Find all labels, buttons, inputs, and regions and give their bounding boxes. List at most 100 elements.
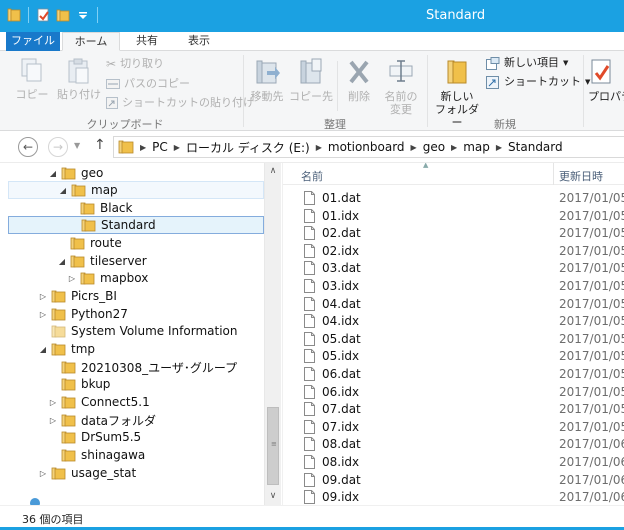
breadcrumb-pc[interactable]: PC [152, 140, 168, 154]
paste-button[interactable]: 貼り付け [56, 57, 102, 101]
folder-icon [61, 449, 76, 461]
tree-item-system-volume-information[interactable]: System Volume Information [8, 322, 264, 340]
file-date-modified: 2017/01/06 [559, 455, 624, 469]
collapsed-arrow-icon[interactable]: ▷ [48, 416, 58, 425]
title-bar: Standard [0, 0, 624, 32]
folder-icon[interactable] [6, 7, 22, 23]
column-header-name[interactable]: 名前 [301, 168, 323, 184]
tab-file[interactable]: ファイル [6, 32, 60, 51]
navigation-pane-scrollbar[interactable]: ∧ ≡ ∨ [264, 163, 281, 505]
back-button[interactable]: ← [18, 137, 38, 157]
tree-item-geo[interactable]: ◢ geo [8, 164, 264, 182]
breadcrumb-map[interactable]: map [463, 140, 490, 154]
tree-item-tileserver[interactable]: ◢ tileserver [8, 252, 264, 270]
folder-icon [81, 219, 96, 231]
tab-home[interactable]: ホーム [62, 32, 120, 51]
breadcrumb-local-disk[interactable]: ローカル ディスク (E:) [186, 139, 310, 156]
file-name: 02.dat [322, 226, 361, 241]
copy-button[interactable]: コピー [12, 57, 52, 101]
file-row[interactable]: 03.idx 2017/01/05 [283, 277, 624, 295]
new-folder-icon[interactable] [55, 7, 71, 23]
copy-to-button[interactable]: コピー先 [288, 57, 334, 103]
file-row[interactable]: 03.dat 2017/01/05 [283, 259, 624, 277]
file-row[interactable]: 07.dat 2017/01/05 [283, 400, 624, 418]
clipboard-group-label: クリップボード [86, 118, 164, 131]
tree-item-label: Picrs_BI [71, 289, 117, 303]
file-row[interactable]: 08.dat 2017/01/06 [283, 435, 624, 453]
file-row[interactable]: 01.idx 2017/01/05 [283, 207, 624, 225]
tree-item-label: DrSum5.5 [81, 430, 142, 444]
file-row[interactable]: 08.idx 2017/01/06 [283, 453, 624, 471]
new-folder-button[interactable]: 新しい フォルダー [430, 57, 484, 129]
file-row[interactable]: 09.idx 2017/01/06 [283, 488, 624, 505]
tree-item-bkup[interactable]: bkup [8, 375, 264, 393]
column-header-date-modified[interactable]: 更新日時 [559, 168, 603, 184]
file-row[interactable]: 05.dat 2017/01/05 [283, 330, 624, 348]
file-row[interactable]: 04.dat 2017/01/05 [283, 295, 624, 313]
file-row[interactable]: 06.dat 2017/01/05 [283, 365, 624, 383]
shortcut-button[interactable]: ショートカット ▼ [486, 74, 590, 90]
tree-item-tmp[interactable]: ◢ tmp [8, 340, 264, 358]
expanded-arrow-icon[interactable]: ◢ [57, 257, 67, 266]
tree-item-picrs-bi[interactable]: ▷ Picrs_BI [8, 287, 264, 305]
file-row[interactable]: 01.dat 2017/01/05 [283, 189, 624, 207]
copy-path-button[interactable]: パスのコピー [106, 76, 190, 92]
file-row[interactable]: 09.dat 2017/01/06 [283, 471, 624, 489]
new-item-button[interactable]: 新しい項目 ▼ [486, 55, 568, 71]
properties-icon[interactable] [35, 7, 51, 23]
tree-item-network-partial[interactable] [8, 497, 264, 505]
column-divider[interactable] [553, 163, 554, 185]
tab-view[interactable]: 表示 [174, 32, 224, 51]
expanded-arrow-icon[interactable]: ◢ [38, 345, 48, 354]
expanded-arrow-icon[interactable]: ◢ [58, 186, 68, 195]
file-row[interactable]: 02.idx 2017/01/05 [283, 242, 624, 260]
cut-button[interactable]: ✂ 切り取り [106, 56, 164, 72]
collapsed-arrow-icon[interactable]: ▷ [48, 398, 58, 407]
file-row[interactable]: 04.idx 2017/01/05 [283, 312, 624, 330]
tree-item-python27[interactable]: ▷ Python27 [8, 305, 264, 323]
tree-item-20210308-user-group[interactable]: 20210308_ユーザ･グループ [8, 358, 264, 376]
recent-locations-chevron-icon[interactable]: ▼ [74, 141, 80, 150]
breadcrumb-geo[interactable]: geo [423, 140, 445, 154]
properties-button[interactable]: プロパティ [588, 57, 624, 103]
file-row[interactable]: 07.idx 2017/01/05 [283, 418, 624, 436]
file-row[interactable]: 06.idx 2017/01/05 [283, 383, 624, 401]
tree-item-connect51[interactable]: ▷ Connect5.1 [8, 393, 264, 411]
tree-item-usage-stat[interactable]: ▷ usage_stat [8, 464, 264, 482]
expanded-arrow-icon[interactable]: ◢ [48, 169, 58, 178]
file-date-modified: 2017/01/06 [559, 490, 624, 505]
tab-share[interactable]: 共有 [122, 32, 172, 51]
address-bar[interactable]: ▶ PC ▶ ローカル ディスク (E:) ▶ motionboard ▶ ge… [113, 136, 624, 158]
file-row[interactable]: 05.idx 2017/01/05 [283, 347, 624, 365]
tree-item-data-folder[interactable]: ▷ dataフォルダ [8, 411, 264, 429]
delete-button[interactable]: 削除 [340, 57, 378, 103]
breadcrumb-motionboard[interactable]: motionboard [328, 140, 405, 154]
file-name: 01.idx [322, 208, 360, 223]
tree-item-black[interactable]: Black [8, 199, 264, 217]
rename-button[interactable]: 名前の 変更 [378, 57, 424, 116]
collapsed-arrow-icon[interactable]: ▷ [38, 310, 48, 319]
breadcrumb-standard[interactable]: Standard [508, 140, 563, 154]
forward-button[interactable]: → [48, 137, 68, 157]
collapsed-arrow-icon[interactable]: ▷ [38, 469, 48, 478]
collapsed-arrow-icon[interactable]: ▷ [38, 292, 48, 301]
tree-item-label: mapbox [100, 271, 149, 285]
tree-item-map[interactable]: ◢ map [8, 181, 264, 199]
tree-item-standard[interactable]: Standard [8, 216, 264, 234]
scrollbar-thumb[interactable]: ≡ [267, 407, 279, 485]
collapsed-arrow-icon[interactable]: ▷ [67, 274, 77, 283]
file-row[interactable]: 02.dat 2017/01/05 [283, 224, 624, 242]
move-to-button[interactable]: 移動先 [246, 57, 288, 103]
scroll-down-arrow-icon[interactable]: ∨ [265, 488, 281, 505]
item-count: 36 個の項目 [22, 513, 84, 526]
up-arrow-icon[interactable]: ↑ [94, 137, 106, 153]
tree-item-shinagawa[interactable]: shinagawa [8, 446, 264, 464]
tree-item-route[interactable]: route [8, 234, 264, 252]
scroll-up-arrow-icon[interactable]: ∧ [265, 163, 281, 180]
paste-shortcut-button[interactable]: ショートカットの貼り付け [106, 95, 254, 111]
customize-qat-icon[interactable] [75, 7, 91, 23]
ribbon-tab-bar: ファイル ホーム 共有 表示 [0, 32, 624, 51]
tree-item-drsum55[interactable]: DrSum5.5 [8, 428, 264, 446]
tree-item-mapbox[interactable]: ▷ mapbox [8, 269, 264, 287]
delete-icon [349, 60, 369, 84]
